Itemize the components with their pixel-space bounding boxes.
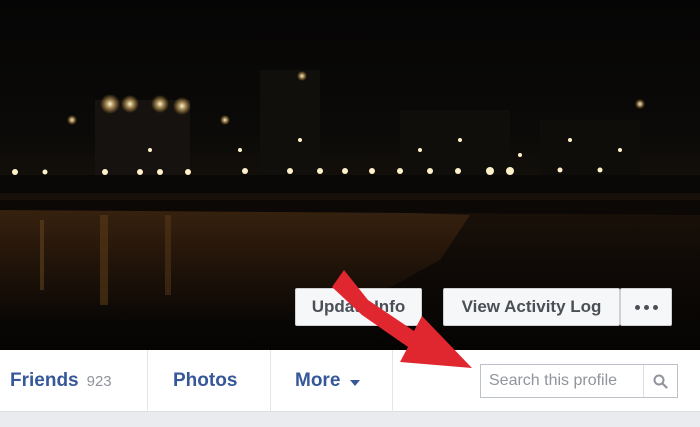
tab-friends-label: Friends — [10, 370, 79, 391]
update-info-label: Update Info — [311, 297, 406, 316]
tab-divider — [392, 350, 393, 412]
tab-friends[interactable]: Friends 923 — [10, 350, 112, 412]
overflow-menu-button[interactable] — [620, 288, 672, 326]
view-activity-log-label: View Activity Log — [461, 297, 602, 316]
profile-search-box — [480, 364, 678, 398]
search-profile-input[interactable] — [481, 366, 643, 396]
tab-divider — [147, 350, 148, 412]
search-icon — [653, 374, 668, 389]
tab-divider — [270, 350, 271, 412]
view-activity-log-button[interactable]: View Activity Log — [443, 288, 620, 326]
tab-photos-label: Photos — [173, 370, 238, 391]
cover-photo[interactable]: Update Info View Activity Log — [0, 0, 700, 350]
search-button[interactable] — [643, 365, 677, 397]
friends-count: 923 — [86, 372, 112, 390]
tab-more-label: More — [295, 370, 341, 391]
update-info-button[interactable]: Update Info — [295, 288, 422, 326]
tab-photos[interactable]: Photos — [173, 350, 237, 412]
tab-more[interactable]: More — [295, 350, 361, 412]
more-dots-icon — [634, 304, 658, 310]
caret-down-icon — [350, 379, 361, 386]
